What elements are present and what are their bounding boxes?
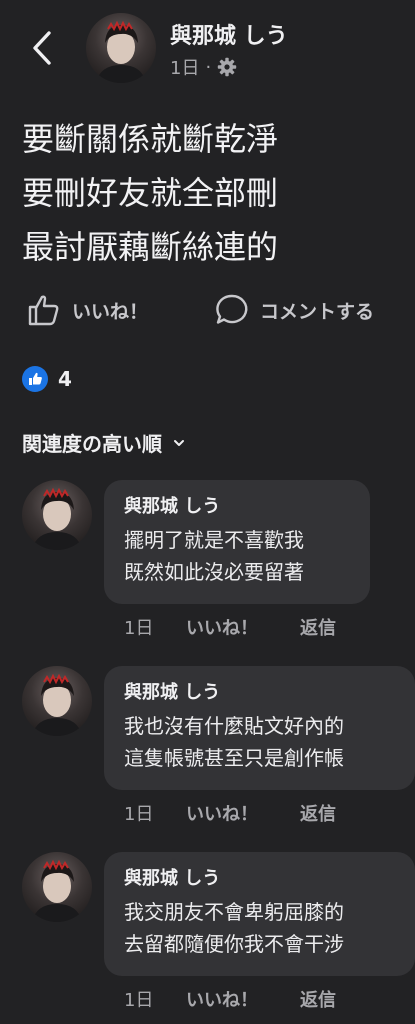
avatar-image — [32, 859, 82, 922]
comment-reply-button[interactable]: 返信 — [300, 614, 336, 640]
like-label: いいね！ — [72, 300, 149, 323]
avatar-image — [32, 487, 82, 550]
comment-bubble: 與那城 しう 我也沒有什麼貼文好內的 這隻帳號甚至只是創作帳 — [104, 666, 415, 790]
comment-button[interactable]: コメントする — [214, 292, 374, 328]
thumbs-up-outline-icon — [28, 295, 59, 326]
comment-like-button[interactable]: いいね！ — [186, 614, 300, 640]
post-line: 最討厭藕斷絲連的 — [22, 228, 279, 266]
avatar[interactable] — [22, 480, 92, 550]
comment-text-line: 去留都隨便你我不會干涉 — [124, 932, 344, 956]
gear-icon[interactable] — [217, 57, 237, 77]
author-name[interactable]: 與那城 しう — [170, 18, 288, 50]
chevron-down-icon — [174, 439, 184, 446]
comment-author[interactable]: 與那城 しう — [124, 678, 397, 704]
avatar[interactable] — [22, 852, 92, 922]
post-line: 要斷關係就斷乾淨 — [22, 120, 279, 158]
like-button[interactable]: いいね！ — [26, 292, 148, 328]
comment-text-line: 擺明了就是不喜歡我 — [124, 528, 304, 552]
comment-time: 1日 — [124, 990, 154, 1011]
comment-actions: 1日 いいね！ 返信 — [124, 614, 336, 640]
comment-text-line: 這隻帳號甚至只是創作帳 — [124, 746, 344, 770]
comment-author[interactable]: 與那城 しう — [124, 492, 352, 518]
reaction-count: 4 — [58, 367, 72, 391]
comment-bubble: 與那城 しう 我交朋友不會卑躬屈膝的 去留都隨便你我不會干涉 — [104, 852, 415, 976]
comment-like-button[interactable]: いいね！ — [186, 986, 300, 1012]
avatar-image — [96, 20, 146, 83]
comment-bubble: 與那城 しう 擺明了就是不喜歡我 既然如此沒必要留著 — [104, 480, 370, 604]
back-button[interactable] — [24, 24, 60, 72]
back-arrow-icon — [33, 31, 51, 65]
avatar-image — [32, 673, 82, 736]
comment-label: コメントする — [260, 300, 375, 323]
meta-separator: · — [205, 56, 212, 78]
sort-dropdown[interactable]: 関連度の高い順 — [22, 428, 186, 457]
comment-time: 1日 — [124, 804, 154, 825]
sort-label: 関連度の高い順 — [22, 432, 162, 456]
reaction-summary[interactable]: 4 — [22, 366, 72, 392]
comment-author[interactable]: 與那城 しう — [124, 864, 397, 890]
comment-actions: 1日 いいね！ 返信 — [124, 800, 336, 826]
comment-text-line: 既然如此沒必要留著 — [124, 560, 304, 584]
comment-bubble-icon — [216, 294, 248, 324]
avatar[interactable] — [22, 666, 92, 736]
comment-like-button[interactable]: いいね！ — [186, 800, 300, 826]
comment-actions: 1日 いいね！ 返信 — [124, 986, 336, 1012]
post-text: 要斷關係就斷乾淨 要刪好友就全部刪 最討厭藕斷絲連的 — [22, 112, 402, 274]
comment-reply-button[interactable]: 返信 — [300, 986, 336, 1012]
post-time: 1日 — [170, 58, 200, 79]
thumbs-up-icon — [22, 366, 48, 392]
comment-reply-button[interactable]: 返信 — [300, 800, 336, 826]
comment-text-line: 我也沒有什麼貼文好內的 — [124, 714, 344, 738]
post-meta: 1日 · — [170, 54, 237, 80]
avatar[interactable] — [86, 13, 156, 83]
comment-time: 1日 — [124, 618, 154, 639]
comment-text-line: 我交朋友不會卑躬屈膝的 — [124, 900, 344, 924]
post-line: 要刪好友就全部刪 — [22, 174, 279, 212]
